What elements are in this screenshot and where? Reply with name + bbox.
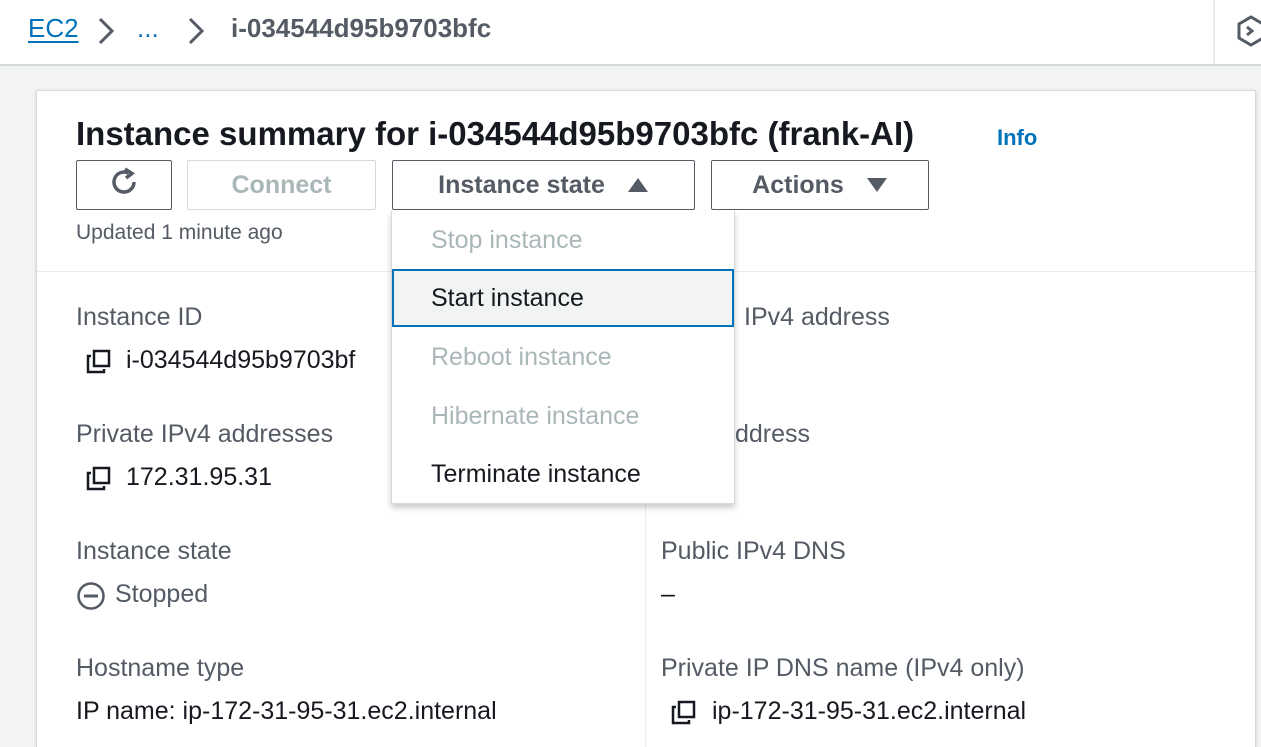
instance-state-button-label: Instance state [438, 170, 605, 199]
updated-timestamp: Updated 1 minute ago [76, 221, 283, 244]
private-ipv4-value: 172.31.95.31 [126, 463, 272, 491]
copy-icon[interactable] [86, 349, 112, 380]
instance-state-button[interactable]: Instance state [392, 160, 695, 210]
menu-item-hibernate-instance[interactable]: Hibernate instance [392, 387, 734, 445]
instance-id-value: i-034544d95b9703bf [126, 346, 356, 374]
caret-down-icon [866, 171, 888, 200]
hostname-type-label: Hostname type [76, 654, 245, 682]
chevron-right-icon [97, 16, 115, 51]
copy-icon[interactable] [671, 700, 697, 731]
caret-up-icon [627, 171, 649, 200]
menu-item-terminate-instance[interactable]: Terminate instance [392, 445, 734, 503]
connect-button[interactable]: Connect [187, 160, 376, 210]
menu-item-stop-instance[interactable]: Stop instance [392, 211, 734, 269]
menu-item-start-instance[interactable]: Start instance [392, 269, 734, 327]
public-dns-label: Public IPv4 DNS [661, 537, 846, 565]
menu-item-reboot-instance[interactable]: Reboot instance [392, 328, 734, 386]
breadcrumb-bar: EC2 ... i-034544d95b9703bfc [0, 0, 1261, 66]
page-title: Instance summary for i-034544d95b9703bfc… [76, 115, 915, 152]
breadcrumb-ellipsis[interactable]: ... [137, 13, 159, 44]
private-ipv4-label: Private IPv4 addresses [76, 420, 334, 448]
info-link[interactable]: Info [997, 125, 1037, 151]
hostname-type-value: IP name: ip-172-31-95-31.ec2.internal [76, 697, 497, 725]
refresh-button[interactable] [76, 160, 172, 210]
copy-icon[interactable] [86, 466, 112, 497]
public-ipv4-label: IPv4 address [744, 303, 890, 331]
connect-button-label: Connect [231, 170, 332, 199]
topbar-divider [1213, 0, 1215, 64]
instance-state-menu: Stop instance Start instance Reboot inst… [391, 211, 735, 504]
cloudshell-icon[interactable] [1236, 14, 1261, 53]
stopped-status-icon [76, 581, 106, 616]
breadcrumb-ec2-link[interactable]: EC2 [28, 13, 79, 44]
private-dns-value: ip-172-31-95-31.ec2.internal [712, 697, 1027, 725]
refresh-icon [107, 165, 141, 206]
instance-state-label: Instance state [76, 537, 232, 565]
ipv6-address-label: ddress [735, 420, 811, 448]
private-dns-label: Private IP DNS name (IPv4 only) [661, 654, 1025, 682]
actions-button[interactable]: Actions [711, 160, 929, 210]
instance-state-value: Stopped [115, 580, 209, 608]
breadcrumb-current: i-034544d95b9703bfc [231, 13, 492, 43]
actions-button-label: Actions [752, 170, 844, 199]
chevron-right-icon [187, 16, 205, 51]
instance-id-label: Instance ID [76, 303, 203, 331]
public-dns-value: – [661, 580, 675, 608]
